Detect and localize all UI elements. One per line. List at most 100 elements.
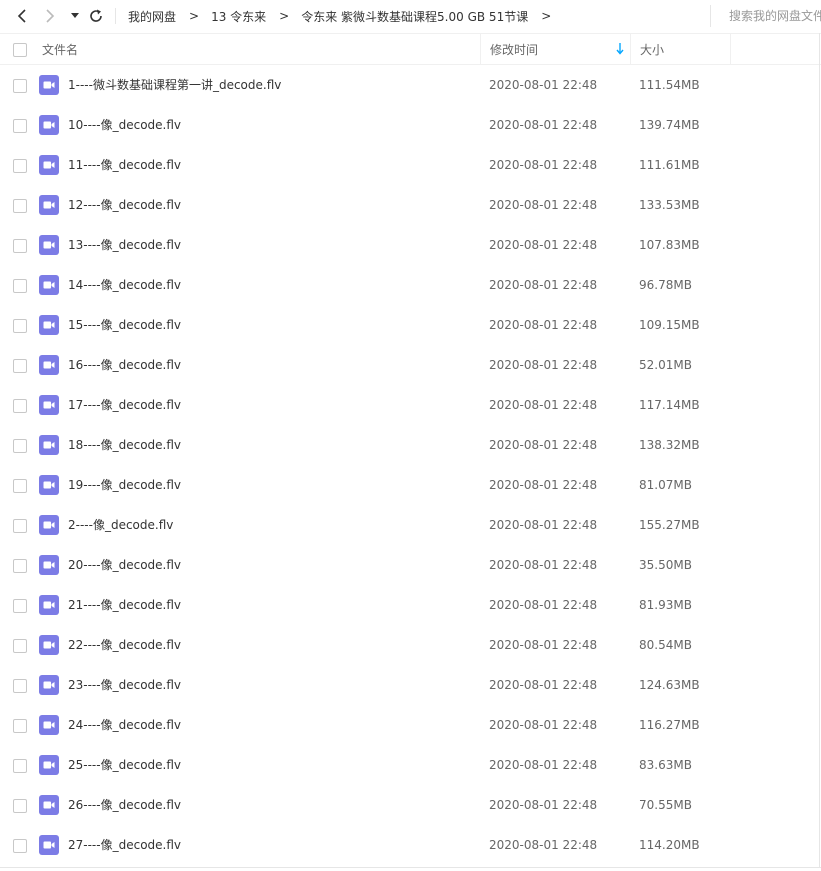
file-size: 96.78MB bbox=[639, 278, 692, 292]
file-row[interactable]: 22----像_decode.flv 2020-08-01 22:48 80.54M… bbox=[0, 625, 821, 665]
file-row[interactable]: 25----像_decode.flv 2020-08-01 22:48 83.63M… bbox=[0, 745, 821, 785]
video-file-icon bbox=[39, 235, 59, 255]
file-name[interactable]: 20----像_decode.flv bbox=[68, 545, 181, 585]
file-row-checkbox[interactable] bbox=[13, 319, 27, 333]
file-size: 117.14MB bbox=[639, 398, 700, 412]
file-row-checkbox[interactable] bbox=[13, 639, 27, 653]
select-all-checkbox[interactable] bbox=[13, 42, 27, 57]
breadcrumb-separator: > bbox=[189, 9, 200, 23]
breadcrumb-separator[interactable]: > bbox=[541, 9, 551, 23]
file-row[interactable]: 11----像_decode.flv 2020-08-01 22:48 111.61… bbox=[0, 145, 821, 185]
back-button[interactable] bbox=[12, 0, 32, 32]
file-modified-time: 2020-08-01 22:48 bbox=[489, 478, 598, 492]
file-row[interactable]: 15----像_decode.flv 2020-08-01 22:48 109.15… bbox=[0, 305, 821, 345]
file-name[interactable]: 26----像_decode.flv bbox=[68, 785, 181, 825]
file-modified-time: 2020-08-01 22:48 bbox=[489, 838, 598, 852]
file-row[interactable]: 26----像_decode.flv 2020-08-01 22:48 70.55M… bbox=[0, 785, 821, 825]
file-name[interactable]: 17----像_decode.flv bbox=[68, 385, 181, 425]
file-row[interactable]: 16----像_decode.flv 2020-08-01 22:48 52.01M… bbox=[0, 345, 821, 385]
file-row-checkbox[interactable] bbox=[13, 559, 27, 573]
column-header-modified[interactable]: 修改时间 bbox=[480, 34, 630, 65]
file-modified-time: 2020-08-01 22:48 bbox=[489, 278, 598, 292]
search-input[interactable] bbox=[729, 9, 821, 23]
file-name[interactable]: 21----像_decode.flv bbox=[68, 585, 181, 625]
file-name[interactable]: 12----像_decode.flv bbox=[68, 185, 181, 225]
file-row[interactable]: 21----像_decode.flv 2020-08-01 22:48 81.93M… bbox=[0, 585, 821, 625]
column-header-name[interactable]: 文件名 bbox=[42, 34, 480, 65]
breadcrumb-item-root[interactable]: 我的网盘 bbox=[128, 8, 176, 25]
file-row-checkbox[interactable] bbox=[13, 199, 27, 213]
file-name[interactable]: 25----像_decode.flv bbox=[68, 745, 181, 785]
file-row-checkbox[interactable] bbox=[13, 519, 27, 533]
video-file-icon bbox=[39, 155, 59, 175]
file-row-checkbox[interactable] bbox=[13, 359, 27, 373]
file-row[interactable]: 27----像_decode.flv 2020-08-01 22:48 114.20… bbox=[0, 825, 821, 865]
file-name[interactable]: 24----像_decode.flv bbox=[68, 705, 181, 745]
file-row-checkbox[interactable] bbox=[13, 839, 27, 853]
file-row-checkbox[interactable] bbox=[13, 759, 27, 773]
file-row[interactable]: 24----像_decode.flv 2020-08-01 22:48 116.27… bbox=[0, 705, 821, 745]
file-name[interactable]: 14----像_decode.flv bbox=[68, 265, 181, 305]
file-row-checkbox[interactable] bbox=[13, 279, 27, 293]
file-row-checkbox[interactable] bbox=[13, 159, 27, 173]
history-dropdown-button[interactable] bbox=[68, 0, 82, 32]
file-modified-time: 2020-08-01 22:48 bbox=[489, 518, 598, 532]
file-row-checkbox[interactable] bbox=[13, 399, 27, 413]
file-modified-time: 2020-08-01 22:48 bbox=[489, 158, 598, 172]
file-row[interactable]: 10----像_decode.flv 2020-08-01 22:48 139.74… bbox=[0, 105, 821, 145]
file-row[interactable]: 2----像_decode.flv 2020-08-01 22:48 155.27M… bbox=[0, 505, 821, 545]
file-row[interactable]: 14----像_decode.flv 2020-08-01 22:48 96.78M… bbox=[0, 265, 821, 305]
file-row[interactable]: 19----像_decode.flv 2020-08-01 22:48 81.07M… bbox=[0, 465, 821, 505]
file-name[interactable]: 10----像_decode.flv bbox=[68, 105, 181, 145]
file-row-checkbox[interactable] bbox=[13, 599, 27, 613]
file-name[interactable]: 11----像_decode.flv bbox=[68, 145, 181, 185]
file-name[interactable]: 19----像_decode.flv bbox=[68, 465, 181, 505]
video-file-icon bbox=[39, 555, 59, 575]
file-list-header: 文件名 修改时间 大小 bbox=[0, 33, 821, 65]
file-row-checkbox[interactable] bbox=[13, 439, 27, 453]
toolbar-divider bbox=[115, 8, 116, 24]
breadcrumb-item-folder[interactable]: 13 令东来 bbox=[211, 8, 266, 25]
file-row[interactable]: 17----像_decode.flv 2020-08-01 22:48 117.14… bbox=[0, 385, 821, 425]
file-size: 81.07MB bbox=[639, 478, 692, 492]
video-file-icon bbox=[39, 755, 59, 775]
file-row[interactable]: 23----像_decode.flv 2020-08-01 22:48 124.63… bbox=[0, 665, 821, 705]
toolbar: 我的网盘 > 13 令东来 > 令东来 紫微斗数基础课程5.00 GB 51节课… bbox=[0, 0, 821, 32]
file-name[interactable]: 1----微斗数基础课程第一讲_decode.flv bbox=[68, 65, 281, 105]
file-size: 107.83MB bbox=[639, 238, 700, 252]
file-row-checkbox[interactable] bbox=[13, 799, 27, 813]
file-modified-time: 2020-08-01 22:48 bbox=[489, 238, 598, 252]
file-row-checkbox[interactable] bbox=[13, 239, 27, 253]
search-box bbox=[710, 5, 821, 27]
file-row-checkbox[interactable] bbox=[13, 79, 27, 93]
file-row[interactable]: 20----像_decode.flv 2020-08-01 22:48 35.50M… bbox=[0, 545, 821, 585]
file-row-checkbox[interactable] bbox=[13, 719, 27, 733]
video-file-icon bbox=[39, 475, 59, 495]
file-row[interactable]: 13----像_decode.flv 2020-08-01 22:48 107.83… bbox=[0, 225, 821, 265]
file-name[interactable]: 15----像_decode.flv bbox=[68, 305, 181, 345]
file-row[interactable]: 12----像_decode.flv 2020-08-01 22:48 133.53… bbox=[0, 185, 821, 225]
file-name[interactable]: 2----像_decode.flv bbox=[68, 505, 173, 545]
breadcrumb-item-current[interactable]: 令东来 紫微斗数基础课程5.00 GB 51节课 bbox=[301, 8, 528, 25]
file-name[interactable]: 16----像_decode.flv bbox=[68, 345, 181, 385]
file-size: 139.74MB bbox=[639, 118, 700, 132]
video-file-icon bbox=[39, 675, 59, 695]
file-name[interactable]: 18----像_decode.flv bbox=[68, 425, 181, 465]
file-row-checkbox[interactable] bbox=[13, 679, 27, 693]
file-row-checkbox[interactable] bbox=[13, 479, 27, 493]
file-modified-time: 2020-08-01 22:48 bbox=[489, 318, 598, 332]
forward-button[interactable] bbox=[40, 0, 60, 32]
file-name[interactable]: 23----像_decode.flv bbox=[68, 665, 181, 705]
video-file-icon bbox=[39, 315, 59, 335]
file-row[interactable]: 1----微斗数基础课程第一讲_decode.flv 2020-08-01 22:… bbox=[0, 65, 821, 105]
video-file-icon bbox=[39, 435, 59, 455]
column-header-size[interactable]: 大小 bbox=[630, 34, 731, 65]
file-name[interactable]: 22----像_decode.flv bbox=[68, 625, 181, 665]
file-row[interactable]: 18----像_decode.flv 2020-08-01 22:48 138.32… bbox=[0, 425, 821, 465]
refresh-button[interactable] bbox=[86, 0, 106, 32]
file-name[interactable]: 27----像_decode.flv bbox=[68, 825, 181, 865]
file-modified-time: 2020-08-01 22:48 bbox=[489, 438, 598, 452]
file-name[interactable]: 13----像_decode.flv bbox=[68, 225, 181, 265]
file-row-checkbox[interactable] bbox=[13, 119, 27, 133]
file-modified-time: 2020-08-01 22:48 bbox=[489, 758, 598, 772]
